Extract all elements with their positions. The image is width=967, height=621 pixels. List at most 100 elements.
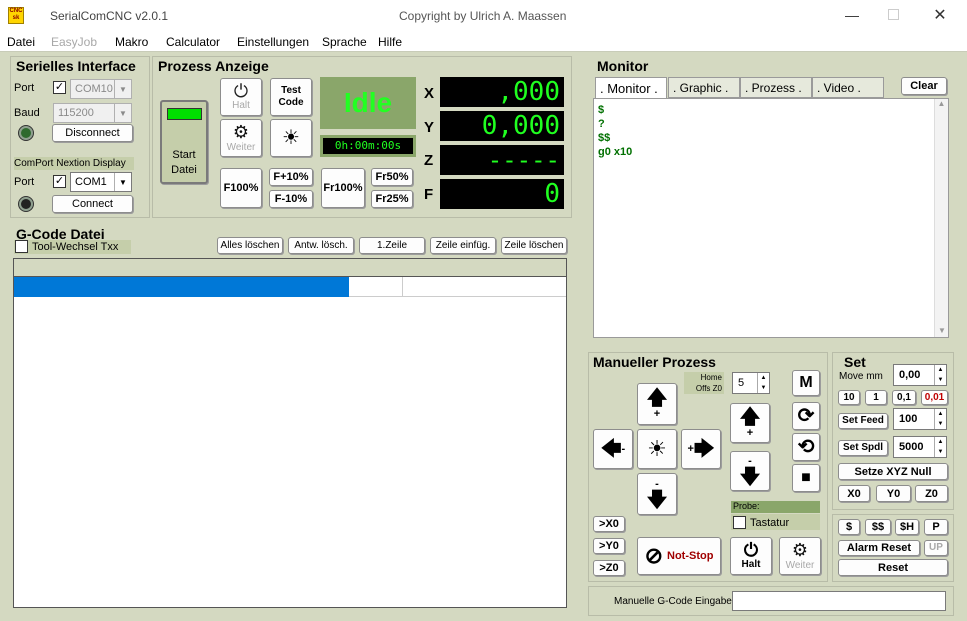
y-minus-button[interactable]: - 🡇 xyxy=(637,473,677,515)
macro-button[interactable]: M xyxy=(792,370,820,396)
rotate-cw-icon[interactable]: ⟳ xyxy=(792,402,820,430)
spindle-center-icon[interactable]: ☀ xyxy=(637,429,677,469)
port2-select[interactable]: COM1 ▼ xyxy=(70,172,132,192)
goto-y0-button[interactable]: >Y0 xyxy=(593,538,625,554)
move-spinner[interactable]: 0,00 ▲ ▼ xyxy=(893,364,947,386)
manual-weiter-button[interactable]: ⚙ Weiter xyxy=(779,537,821,575)
zero-xyz-button[interactable]: Setze XYZ Null xyxy=(838,463,948,480)
first-line-button[interactable]: 1.Zeile xyxy=(359,237,425,254)
goto-z0-button[interactable]: >Z0 xyxy=(593,560,625,576)
baud-select[interactable]: 115200 ▼ xyxy=(53,103,132,123)
clear-button[interactable]: Clear xyxy=(901,77,947,95)
cmd-home-button[interactable]: $H xyxy=(895,519,919,535)
fr25-button[interactable]: Fr25% xyxy=(371,190,413,208)
fr100-button[interactable]: Fr100% xyxy=(321,168,365,208)
tab-prozess[interactable]: . Prozess . xyxy=(740,77,812,98)
menu-makro[interactable]: Makro xyxy=(115,35,148,49)
connect-button[interactable]: Connect xyxy=(52,195,133,213)
stop-square-icon[interactable]: ■ xyxy=(792,464,820,492)
close-icon[interactable]: ✕ xyxy=(930,5,950,25)
set-spindle-button[interactable]: Set Spdl xyxy=(838,440,888,456)
monitor-scrollbar[interactable]: ▲ ▼ xyxy=(934,99,948,337)
tab-video[interactable]: . Video . xyxy=(812,77,884,98)
delete-line-button[interactable]: Zeile löschen xyxy=(501,237,567,254)
start-file-button[interactable]: Start Datei xyxy=(160,100,208,184)
scroll-down-icon[interactable]: ▼ xyxy=(935,326,949,335)
cmd-probe-button[interactable]: P xyxy=(924,519,948,535)
gcode-grid[interactable] xyxy=(13,258,567,608)
x-plus-button[interactable]: + 🡆 xyxy=(681,429,721,469)
gcode-input[interactable] xyxy=(732,591,946,611)
goto-x0-button[interactable]: >X0 xyxy=(593,516,625,532)
disconnect-button[interactable]: Disconnect xyxy=(52,124,133,142)
start-line1: Start xyxy=(172,149,196,161)
chevron-down-icon: ▼ xyxy=(114,104,131,122)
table-cell[interactable] xyxy=(349,277,403,297)
clear-answer-button[interactable]: Antw. lösch. xyxy=(288,237,354,254)
tab-monitor[interactable]: . Monitor . xyxy=(595,77,667,98)
fminus10-button[interactable]: F-10% xyxy=(269,190,313,208)
title-bar: CNC sk SerialComCNC v2.0.1 Copyright by … xyxy=(0,0,967,32)
maximize-icon[interactable] xyxy=(888,9,899,20)
port-select[interactable]: COM10 ▼ xyxy=(70,79,132,99)
monitor-title: Monitor xyxy=(597,58,649,74)
y-plus-button[interactable]: 🡅 + xyxy=(637,383,677,425)
tool-change-checkbox[interactable] xyxy=(15,240,28,253)
halt-button[interactable]: ⏻ Halt xyxy=(220,78,262,116)
axis-x-label: X xyxy=(424,85,435,102)
minimize-icon[interactable]: — xyxy=(840,7,864,25)
menu-datei[interactable]: Datei xyxy=(7,35,35,49)
cmd-dollar-dollar-button[interactable]: $$ xyxy=(865,519,891,535)
zero-y-button[interactable]: Y0 xyxy=(876,485,911,502)
z-plus-button[interactable]: 🡅 + xyxy=(730,403,770,443)
step-01-button[interactable]: 0,1 xyxy=(892,390,916,405)
monitor-line: $$ xyxy=(598,132,611,144)
keyboard-checkbox[interactable] xyxy=(733,516,746,529)
insert-line-button[interactable]: Zeile einfüg. xyxy=(430,237,496,254)
menu-einstellungen[interactable]: Einstellungen xyxy=(237,35,309,49)
up-button[interactable]: UP xyxy=(924,540,948,556)
table-row-selected[interactable] xyxy=(14,277,349,297)
port2-label: Port xyxy=(14,176,35,188)
step-001-button[interactable]: 0,01 xyxy=(921,390,948,405)
arrow-up-icon: 🡅 xyxy=(739,406,761,428)
weiter-button[interactable]: ⚙ Weiter xyxy=(220,119,262,157)
scroll-up-icon[interactable]: ▲ xyxy=(935,99,948,108)
manual-halt-button[interactable]: ⏻ Halt xyxy=(730,537,772,575)
fr50-button[interactable]: Fr50% xyxy=(371,168,413,186)
port-checkbox[interactable]: ✓ xyxy=(53,81,66,94)
port-label: Port xyxy=(14,82,35,94)
menu-easyjob[interactable]: EasyJob xyxy=(51,35,97,49)
step-1-button[interactable]: 1 xyxy=(865,390,887,405)
no-entry-icon: ⊘ xyxy=(644,543,663,568)
cmd-dollar-button[interactable]: $ xyxy=(838,519,860,535)
zero-z-button[interactable]: Z0 xyxy=(915,485,948,502)
reset-button[interactable]: Reset xyxy=(838,559,948,576)
spindle-spinner[interactable]: 5000 ▲ ▼ xyxy=(893,436,947,458)
fplus10-button[interactable]: F+10% xyxy=(269,168,313,186)
menu-calculator[interactable]: Calculator xyxy=(166,35,220,49)
feed-spinner[interactable]: 100 ▲ ▼ xyxy=(893,408,947,430)
monitor-output[interactable]: $ ? $$ g0 x10 ▲ ▼ xyxy=(593,98,949,338)
tab-graphic[interactable]: . Graphic . xyxy=(668,77,740,98)
spindle-icon[interactable]: ☀ xyxy=(270,119,312,157)
menu-sprache[interactable]: Sprache xyxy=(322,35,367,49)
chevron-down-icon: ▼ xyxy=(114,80,131,98)
set-feed-button[interactable]: Set Feed xyxy=(838,413,888,429)
test-code-button[interactable]: Test Code xyxy=(270,78,312,116)
clear-all-button[interactable]: Alles löschen xyxy=(217,237,283,254)
zero-x-button[interactable]: X0 xyxy=(838,485,870,502)
step-10-button[interactable]: 10 xyxy=(838,390,860,405)
alarm-reset-button[interactable]: Alarm Reset xyxy=(838,540,920,556)
x-minus-button[interactable]: 🡄 - xyxy=(593,429,633,469)
not-stop-button[interactable]: ⊘ Not-Stop xyxy=(637,537,721,575)
menu-hilfe[interactable]: Hilfe xyxy=(378,35,402,49)
z-minus-button[interactable]: - 🡇 xyxy=(730,451,770,491)
arrow-down-icon: 🡇 xyxy=(646,489,668,511)
rotate-ccw-icon[interactable]: ⟲ xyxy=(792,433,820,461)
table-cell[interactable] xyxy=(403,277,566,297)
step-spinner[interactable]: 5 ▲ ▼ xyxy=(732,372,770,394)
port2-checkbox[interactable]: ✓ xyxy=(53,175,66,188)
move-mm-label: Move mm xyxy=(839,371,883,382)
f100-button[interactable]: F100% xyxy=(220,168,262,208)
